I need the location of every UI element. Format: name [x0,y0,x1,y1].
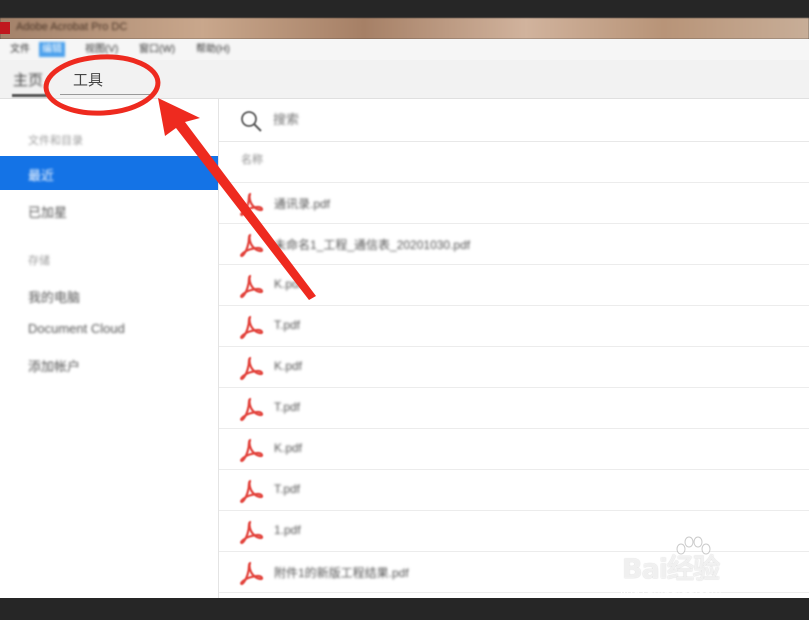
pdf-file-icon [240,192,264,216]
sidebar-heading-files: 文件和目录 [28,135,83,147]
pdf-file-icon [240,233,264,257]
sidebar-item-add-account[interactable]: 添加帐户 [28,356,80,375]
menu-bar: 文件 编辑 视图(V) 窗口(W) 帮助(H) [0,39,809,61]
file-row[interactable]: 未命名1_工程_通信表_20201030.pdf [219,223,809,264]
file-name: 附件1的新版工程结果.pdf [274,566,409,580]
tab-home-active-indicator [12,94,48,97]
menu-window[interactable]: 窗口(W) [136,42,178,57]
file-name: T.pdf [274,318,301,332]
tab-bar: 主页 工具 [0,60,809,99]
pdf-file-icon [240,479,264,503]
sidebar-item-starred[interactable]: 已加星 [28,202,67,221]
watermark-url: jingyan.baidu.com [620,583,722,596]
file-name: T.pdf [274,482,301,496]
file-name: 未命名1_工程_通信表_20201030.pdf [274,238,471,252]
column-header-name[interactable]: 名称 [241,151,263,167]
file-row[interactable]: K.pdf [219,264,809,305]
pdf-file-icon [240,561,264,585]
top-black-strip [0,0,809,18]
main-pane: 名称 通讯录.pdf 未命名1_工程_通信表_20201030.pdf K.pdf T… [219,99,809,620]
file-row[interactable]: T.pdf [219,469,809,510]
menu-help[interactable]: 帮助(H) [193,42,233,57]
sidebar-item-document-cloud[interactable]: Document Cloud [28,321,125,336]
watermark-logo: Bai经验 [622,554,720,585]
tab-tools-underline [60,94,154,95]
file-name: K.pdf [274,359,303,373]
window-title: Adobe Acrobat Pro DC [16,21,128,33]
tab-tools[interactable]: 工具 [73,69,103,90]
screen: Adobe Acrobat Pro DC 文件 编辑 视图(V) 窗口(W) 帮… [0,0,809,620]
file-row[interactable]: K.pdf [219,428,809,469]
pdf-file-icon [240,315,264,339]
pdf-file-icon [240,356,264,380]
watermark: Bai经验 jingyan.baidu.com [618,533,768,603]
sidebar-item-my-computer[interactable]: 我的电脑 [28,287,80,306]
pdf-file-icon [240,397,264,421]
file-row[interactable]: T.pdf [219,387,809,428]
sidebar: 文件和目录 最近 已加星 存储 我的电脑 Document Cloud 添加帐户 [0,99,219,598]
menu-view[interactable]: 视图(V) [82,42,121,57]
file-row[interactable]: 通讯录.pdf [219,182,809,223]
sidebar-heading-storage: 存储 [28,255,50,267]
acrobat-app-icon [0,22,10,34]
file-name: K.pdf [274,441,303,455]
search-icon [241,111,262,132]
file-name: T.pdf [274,400,301,414]
tab-home[interactable]: 主页 [13,69,43,90]
file-row[interactable]: T.pdf [219,305,809,346]
menu-edit[interactable]: 编辑 [39,42,65,57]
pdf-file-icon [240,274,264,298]
search-input[interactable] [273,109,573,129]
file-name: K.pdf [274,277,303,291]
file-name: 1.pdf [274,523,301,537]
sidebar-item-recent-label: 最近 [28,168,55,183]
menu-file[interactable]: 文件 [7,42,33,57]
search-row [219,99,809,142]
file-name: 通讯录.pdf [274,197,331,211]
file-row[interactable]: K.pdf [219,346,809,387]
pdf-file-icon [240,520,264,544]
sidebar-item-recent[interactable]: 最近 [0,156,218,190]
pdf-file-icon [240,438,264,462]
